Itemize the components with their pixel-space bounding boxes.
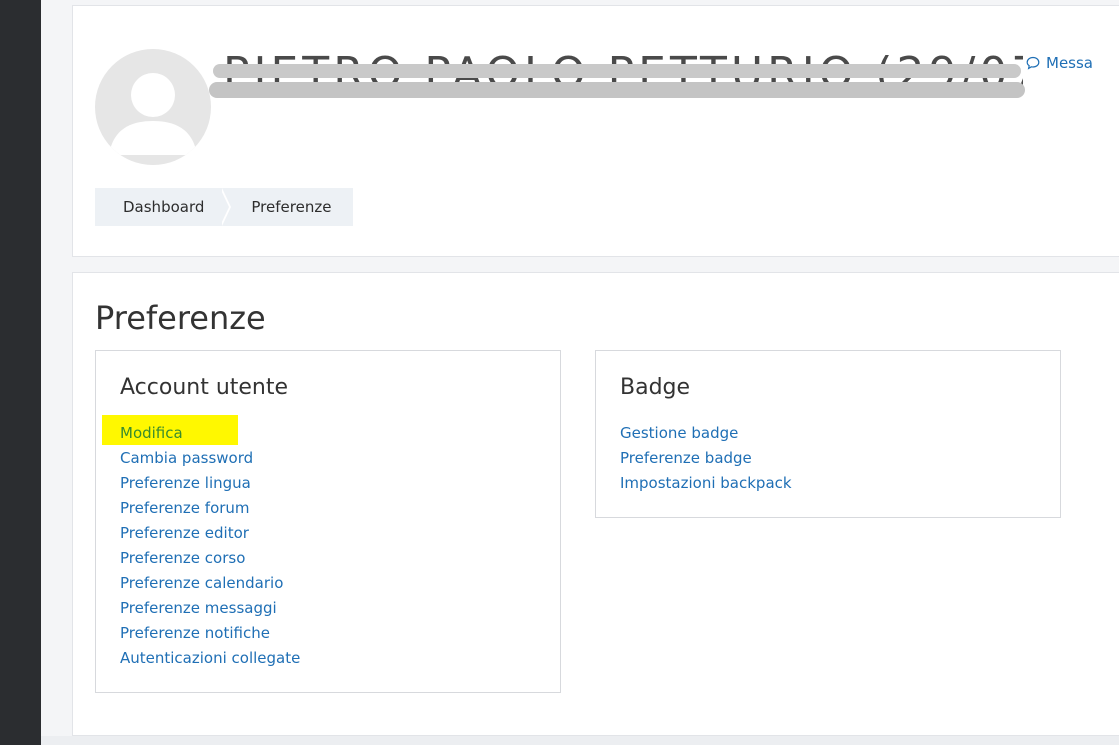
page-title: Preferenze [95, 299, 266, 337]
link-impostazioni-backpack[interactable]: Impostazioni backpack [620, 471, 792, 496]
message-button[interactable]: Messa [1026, 54, 1093, 72]
link-gestione-badge[interactable]: Gestione badge [620, 421, 792, 446]
breadcrumb-separator [220, 188, 232, 226]
link-preferenze-calendario[interactable]: Preferenze calendario [120, 571, 300, 596]
link-modifica[interactable]: Modifica [120, 421, 300, 446]
link-preferenze-notifiche[interactable]: Preferenze notifiche [120, 621, 300, 646]
footer-edge [41, 736, 1119, 745]
left-drawer-edge [0, 0, 41, 745]
user-silhouette-icon [109, 73, 197, 155]
link-preferenze-badge[interactable]: Preferenze badge [620, 446, 792, 471]
speech-bubble-icon [1026, 56, 1040, 70]
badge-section: Badge Gestione badge Preferenze badge Im… [595, 350, 1061, 518]
badge-link-list: Gestione badge Preferenze badge Impostaz… [620, 421, 792, 496]
breadcrumb: Dashboard Preferenze [95, 188, 354, 226]
link-autenticazioni-collegate[interactable]: Autenticazioni collegate [120, 646, 300, 671]
message-label: Messa [1046, 54, 1093, 72]
page-header: PIETRO PAOLO PETTURIO (29/07/2004) Messa… [72, 5, 1119, 257]
link-cambia-password[interactable]: Cambia password [120, 446, 300, 471]
main-content: Preferenze Account utente Modifica Cambi… [72, 272, 1119, 736]
link-preferenze-lingua[interactable]: Preferenze lingua [120, 471, 300, 496]
account-link-list: Modifica Cambia password Preferenze ling… [120, 421, 300, 671]
link-preferenze-corso[interactable]: Preferenze corso [120, 546, 300, 571]
link-preferenze-messaggi[interactable]: Preferenze messaggi [120, 596, 300, 621]
breadcrumb-item-dashboard[interactable]: Dashboard [95, 188, 223, 226]
link-preferenze-editor[interactable]: Preferenze editor [120, 521, 300, 546]
user-full-name: PIETRO PAOLO PETTURIO (29/07/2004) [223, 48, 1023, 99]
breadcrumb-item-preferenze[interactable]: Preferenze [231, 188, 331, 226]
avatar[interactable] [95, 49, 211, 165]
account-section-title: Account utente [120, 375, 289, 400]
badge-section-title: Badge [620, 375, 691, 400]
account-section: Account utente Modifica Cambia password … [95, 350, 561, 693]
link-preferenze-forum[interactable]: Preferenze forum [120, 496, 300, 521]
